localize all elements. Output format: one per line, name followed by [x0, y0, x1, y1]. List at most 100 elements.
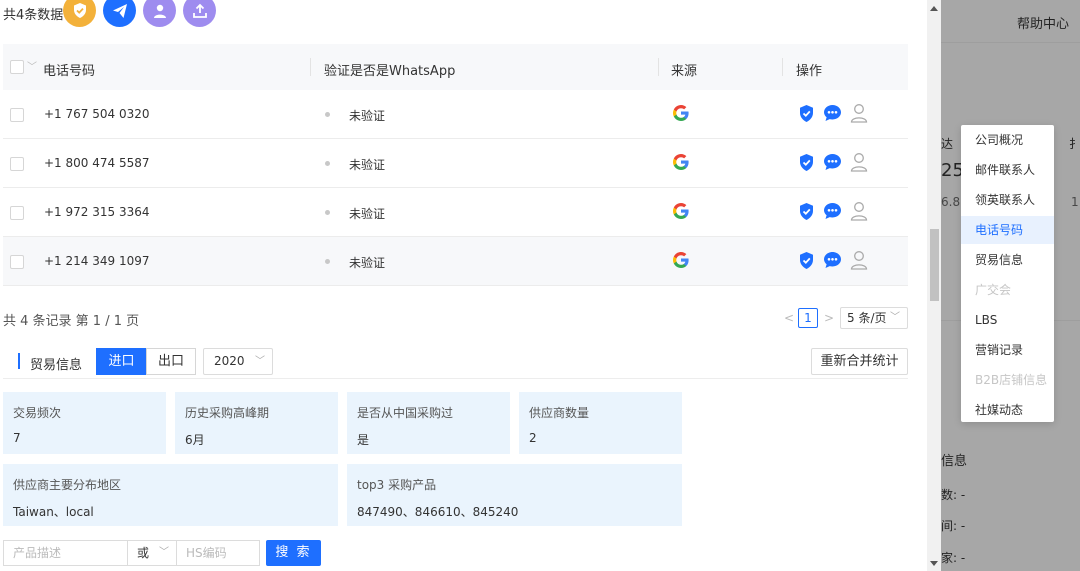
stat-card: 交易频次 7: [3, 392, 166, 454]
shield-check-icon: [73, 3, 86, 18]
scroll-thumb[interactable]: [930, 229, 939, 301]
section-nav-menu: 公司概况 邮件联系人 领英联系人 电话号码 贸易信息 广交会 LBS 营销记录 …: [961, 125, 1054, 422]
help-center-link[interactable]: 帮助中心: [1017, 13, 1069, 32]
stat-value: 7: [13, 431, 21, 445]
status-dot: [325, 210, 330, 215]
contact-button[interactable]: [143, 0, 176, 27]
stat-card: 是否从中国采购过 是: [347, 392, 510, 454]
stat-label: 是否从中国采购过: [357, 406, 454, 420]
year-value: 2020: [214, 354, 245, 368]
menu-item-b2b-store: B2B店铺信息: [975, 373, 1048, 387]
menu-item-marketing-records[interactable]: 营销记录: [961, 336, 1054, 364]
table-header: ﹀ 电话号码 验证是否是WhatsApp 来源 操作: [3, 44, 908, 90]
table-row: +1 800 474 5587 未验证: [3, 139, 908, 188]
verify-shield-icon[interactable]: [798, 251, 815, 273]
contact-person-icon[interactable]: [850, 250, 868, 273]
row-checkbox[interactable]: [10, 206, 24, 220]
prev-page-icon[interactable]: <: [784, 311, 794, 325]
phone-number: +1 767 504 0320: [44, 107, 150, 121]
stat-card: 供应商数量 2: [519, 392, 682, 454]
export-tab[interactable]: 出口: [146, 348, 196, 375]
send-button[interactable]: [103, 0, 136, 27]
stat-value: 2: [529, 431, 537, 445]
import-tab[interactable]: 进口: [96, 348, 147, 375]
menu-item-linkedin-contacts[interactable]: 领英联系人: [961, 186, 1054, 214]
row-checkbox[interactable]: [10, 108, 24, 122]
recalculate-button[interactable]: 重新合并统计: [811, 348, 908, 375]
divider: [941, 42, 1080, 43]
bg-field: 间: -: [941, 519, 966, 533]
verify-all-button[interactable]: [63, 0, 96, 27]
stat-value: 6月: [185, 433, 205, 447]
column-header-source: 来源: [671, 64, 698, 79]
select-all-checkbox[interactable]: [10, 60, 24, 74]
bg-field: 家: -: [941, 551, 966, 565]
status-dot: [325, 112, 330, 117]
export-button[interactable]: [183, 0, 216, 27]
bg-partial-label: 扌: [1069, 137, 1080, 151]
stat-label: 历史采购高峰期: [185, 406, 270, 420]
page-number-button[interactable]: 1: [798, 308, 818, 328]
column-header-actions: 操作: [796, 64, 823, 79]
stat-value: 847490、846610、845240: [357, 505, 519, 519]
chat-bubble-icon[interactable]: [823, 153, 842, 174]
page-size-select[interactable]: 5 条/页 ﹀: [840, 307, 908, 329]
divider: [3, 378, 908, 379]
table-row: +1 767 504 0320 未验证: [3, 90, 908, 139]
row-checkbox[interactable]: [10, 157, 24, 171]
bg-section-title: 信息: [941, 454, 968, 469]
verify-shield-icon[interactable]: [798, 104, 815, 126]
column-divider: [658, 58, 659, 76]
contact-person-icon[interactable]: [850, 201, 868, 224]
status-dot: [325, 259, 330, 264]
menu-item-company-overview[interactable]: 公司概况: [961, 126, 1054, 154]
row-checkbox[interactable]: [10, 255, 24, 269]
chevron-down-icon: ﹀: [890, 312, 900, 323]
column-header-whatsapp: 验证是否是WhatsApp: [324, 64, 456, 79]
menu-item-canton-fair: 广交会: [975, 283, 1012, 297]
verify-shield-icon[interactable]: [798, 153, 815, 175]
column-divider: [782, 58, 783, 76]
menu-item-lbs[interactable]: LBS: [961, 306, 1054, 334]
record-count: 共4条数据: [3, 8, 64, 23]
next-page-icon[interactable]: >: [824, 311, 834, 325]
pagination-summary: 共 4 条记录 第 1 / 1 页: [3, 314, 140, 329]
chat-bubble-icon[interactable]: [823, 202, 842, 223]
stat-label: 供应商主要分布地区: [13, 478, 122, 492]
verify-status: 未验证: [349, 109, 386, 123]
verify-status: 未验证: [349, 207, 386, 221]
bg-field: 数: -: [941, 488, 966, 502]
verify-shield-icon[interactable]: [798, 202, 815, 224]
column-header-phone: 电话号码: [43, 64, 96, 79]
contact-person-icon[interactable]: [850, 103, 868, 126]
chat-bubble-icon[interactable]: [823, 104, 842, 125]
stat-card: top3 采购产品 847490、846610、845240: [347, 464, 682, 526]
column-divider: [310, 58, 311, 76]
menu-item-trade-info[interactable]: 贸易信息: [961, 246, 1054, 274]
year-select[interactable]: 2020 ﹀: [203, 348, 273, 375]
hs-code-input[interactable]: HS编码: [176, 540, 260, 566]
table-row: +1 214 349 1097 未验证: [3, 237, 908, 286]
logic-select[interactable]: 或 ﹀: [127, 540, 177, 566]
bg-partial-label: 达: [941, 137, 954, 151]
contact-person-icon[interactable]: [850, 152, 868, 175]
table-row: +1 972 315 3364 未验证: [3, 188, 908, 237]
user-icon: [153, 4, 166, 18]
google-icon: [671, 250, 691, 273]
scrollbar[interactable]: [927, 0, 941, 571]
scroll-down-arrow-icon[interactable]: [930, 561, 938, 566]
menu-item-phone-numbers[interactable]: 电话号码: [961, 216, 1054, 244]
phone-number: +1 214 349 1097: [44, 254, 150, 268]
search-button[interactable]: 搜 索: [266, 540, 321, 566]
trade-section-title: 贸易信息: [30, 358, 83, 373]
scroll-up-arrow-icon[interactable]: [930, 6, 938, 11]
status-dot: [325, 161, 330, 166]
menu-item-email-contacts[interactable]: 邮件联系人: [961, 156, 1054, 184]
chat-bubble-icon[interactable]: [823, 251, 842, 272]
menu-item-social-media[interactable]: 社媒动态: [961, 396, 1054, 424]
upload-icon: [192, 3, 207, 18]
chevron-down-icon[interactable]: ﹀: [27, 58, 37, 73]
google-icon: [671, 103, 691, 126]
verify-status: 未验证: [349, 158, 386, 172]
product-description-input[interactable]: 产品描述: [3, 540, 128, 566]
